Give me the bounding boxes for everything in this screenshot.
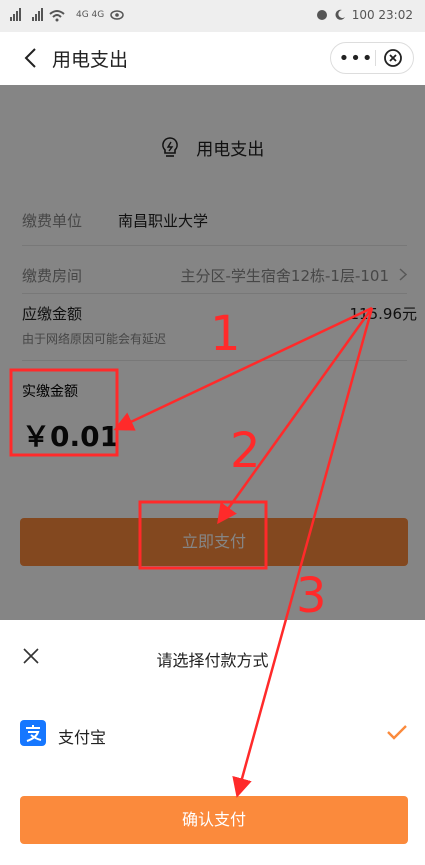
eye-icon: [110, 10, 125, 20]
payment-method-label: 支付宝: [58, 728, 107, 747]
annotation-number-2: 2: [230, 423, 261, 479]
status-bar-left: 4G 4G: [10, 8, 125, 22]
sheet-title: 请选择付款方式: [156, 651, 269, 670]
alarm-icon: [316, 10, 327, 20]
close-circle-icon[interactable]: [383, 48, 403, 68]
alipay-icon: [20, 720, 46, 746]
annotation-number-3: 3: [296, 568, 327, 624]
moon-icon: [335, 9, 345, 20]
network-text: 4G 4G: [76, 10, 105, 20]
more-button[interactable]: •••: [339, 43, 373, 73]
confirm-pay-button[interactable]: 确认支付: [20, 796, 408, 844]
battery-time-text: 100 23:02: [351, 8, 413, 22]
status-bar: 4G 4G 100 23:02: [0, 0, 425, 32]
checkmark-icon: [387, 725, 407, 740]
payment-method-sheet: 请选择付款方式 支付宝 确认支付: [0, 620, 425, 865]
capsule-divider: [375, 50, 376, 66]
chevron-left-icon: [24, 48, 36, 68]
nav-bar: 用电支出 •••: [0, 32, 425, 85]
annotation-number-1: 1: [210, 306, 241, 362]
mini-program-capsule: •••: [330, 42, 414, 74]
status-bar-right: 100 23:02: [316, 8, 413, 22]
back-button[interactable]: [18, 44, 42, 72]
payment-method-alipay[interactable]: 支付宝: [0, 712, 425, 760]
page-title: 用电支出: [52, 49, 129, 71]
signal-icon: [10, 8, 65, 22]
